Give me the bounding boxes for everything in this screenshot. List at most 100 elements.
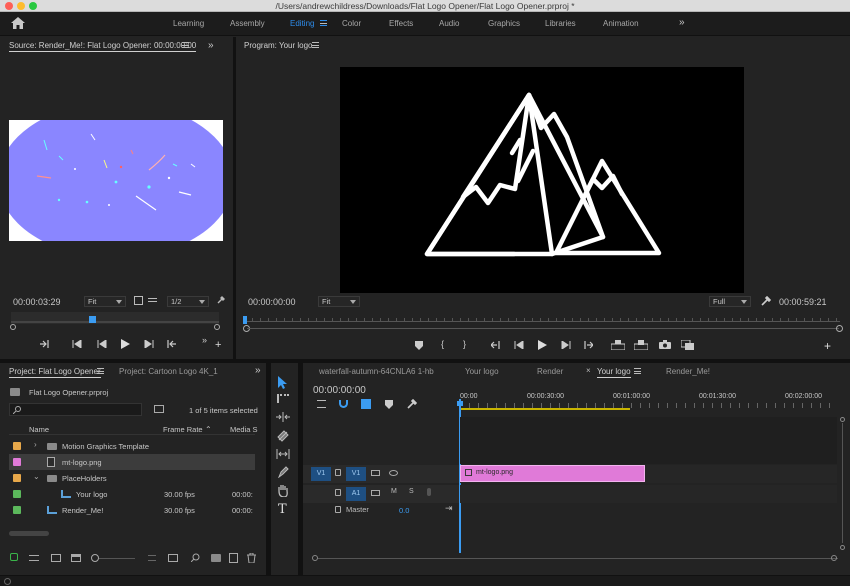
source-panel-menu-icon[interactable] <box>182 42 189 48</box>
a1-target-track[interactable]: A1 <box>346 487 366 501</box>
program-add-button-icon[interactable]: + <box>824 339 831 353</box>
project-scrollbar[interactable] <box>9 531 255 537</box>
track-select-tool-icon[interactable] <box>277 394 289 403</box>
project-row[interactable]: ⌄ PlaceHolders <box>9 470 255 486</box>
workspace-tab-effects[interactable]: Effects <box>389 19 413 28</box>
label-color-swatch[interactable] <box>13 490 21 498</box>
project-scroll-thumb[interactable] <box>9 531 49 536</box>
workspace-tab-graphics[interactable]: Graphics <box>488 19 520 28</box>
new-search-bin-icon[interactable] <box>154 405 164 413</box>
zoom-slider-handle-icon[interactable] <box>91 554 99 562</box>
timeline-settings-wrench-icon[interactable] <box>407 399 417 409</box>
vscroll-handle-top[interactable] <box>840 417 845 422</box>
slip-tool-icon[interactable] <box>276 449 290 459</box>
step-forward-icon[interactable] <box>143 339 155 349</box>
project-tab-flat-logo-opener[interactable]: Project: Flat Logo Opener <box>9 367 101 378</box>
ripple-edit-tool-icon[interactable] <box>276 412 290 422</box>
column-frame-rate-header[interactable]: Frame Rate <box>163 425 203 434</box>
timeline-marker-icon[interactable] <box>385 400 393 409</box>
program-playhead[interactable] <box>243 316 247 324</box>
insert-sequence-icon[interactable] <box>317 400 326 408</box>
workspace-tab-libraries[interactable]: Libraries <box>545 19 576 28</box>
sort-ascending-icon[interactable]: ⌃ <box>205 425 212 434</box>
program-play-icon[interactable] <box>536 339 548 351</box>
program-go-to-out-icon[interactable] <box>582 340 594 350</box>
mark-out-bracket-icon[interactable]: } <box>463 339 466 349</box>
status-indicator-icon[interactable] <box>4 578 11 585</box>
label-color-swatch[interactable] <box>13 442 21 450</box>
hscroll-track[interactable] <box>318 558 838 559</box>
v1-source-patch[interactable]: V1 <box>311 467 331 481</box>
project-search-input[interactable] <box>9 403 142 416</box>
project-overflow-icon[interactable]: » <box>255 365 261 376</box>
workspace-tab-editing[interactable]: Editing <box>290 19 314 28</box>
v1-eye-icon[interactable] <box>389 470 398 476</box>
a1-sync-lock-icon[interactable] <box>371 490 380 496</box>
add-marker-icon[interactable] <box>414 340 424 350</box>
source-wrench-icon[interactable] <box>217 296 225 304</box>
program-step-forward-icon[interactable] <box>560 340 572 350</box>
workspace-tab-assembly[interactable]: Assembly <box>230 19 265 28</box>
linked-selection-icon[interactable] <box>361 399 371 409</box>
a1-lock-icon[interactable] <box>335 489 341 496</box>
a1-track-lane[interactable] <box>460 485 837 503</box>
freeform-view-icon[interactable] <box>71 554 81 562</box>
mark-in-bracket-icon[interactable]: { <box>441 339 444 349</box>
program-step-back-icon[interactable] <box>513 340 525 350</box>
sequence-tab-waterfall[interactable]: waterfall-autumn-64CNLA6 1-hb <box>319 367 434 376</box>
program-timecode[interactable]: 00:00:00:00 <box>248 297 296 307</box>
a1-mute-button[interactable]: M <box>391 488 397 495</box>
source-transport-overflow-icon[interactable]: » <box>202 335 207 345</box>
work-area-bar[interactable] <box>460 408 630 410</box>
pen-tool-icon[interactable] <box>278 466 289 478</box>
list-view-icon[interactable] <box>29 555 39 561</box>
v1-target-track[interactable]: V1 <box>346 467 366 481</box>
project-panel-menu-icon[interactable] <box>97 368 104 374</box>
timeline-timecode[interactable]: 00:00:00:00 <box>313 385 366 396</box>
project-row[interactable]: Render_Me! 30.00 fps 00:00: <box>9 502 255 518</box>
a1-voiceover-mic-icon[interactable] <box>427 488 431 496</box>
program-fit-dropdown[interactable]: Fit <box>318 296 360 307</box>
column-name-header[interactable]: Name <box>29 425 49 434</box>
more-workspaces-icon[interactable]: » <box>679 17 685 28</box>
hand-tool-icon[interactable] <box>277 484 289 497</box>
selection-tool-icon[interactable] <box>278 376 288 389</box>
source-zoom-bar[interactable] <box>11 321 219 323</box>
go-to-in-icon[interactable] <box>71 339 83 349</box>
timeline-panel-menu-icon[interactable] <box>634 368 641 374</box>
new-item-icon[interactable] <box>229 553 238 563</box>
icon-view-icon[interactable] <box>51 554 61 562</box>
lift-icon[interactable] <box>611 339 625 350</box>
razor-tool-icon[interactable] <box>277 430 289 442</box>
type-tool-icon[interactable]: T <box>278 502 287 517</box>
expand-chevron-icon[interactable]: › <box>34 440 37 449</box>
source-timecode[interactable]: 00:00:03:29 <box>13 297 61 307</box>
sort-icons-icon[interactable] <box>148 555 156 561</box>
go-to-out-icon[interactable] <box>165 339 177 349</box>
sequence-tab-your-logo-active[interactable]: Your logo <box>597 367 631 378</box>
project-row[interactable]: › Motion Graphics Template <box>9 438 255 454</box>
workspace-tab-audio[interactable]: Audio <box>439 19 459 28</box>
source-zoom-handle-right[interactable] <box>214 324 220 330</box>
program-monitor-tab[interactable]: Program: Your logo <box>244 41 313 50</box>
project-tab-cartoon-logo[interactable]: Project: Cartoon Logo 4K_1 <box>119 367 218 376</box>
find-icon[interactable] <box>191 553 200 562</box>
collapse-chevron-icon[interactable]: ⌄ <box>33 472 40 481</box>
comparison-view-icon[interactable] <box>680 339 694 350</box>
automate-to-sequence-icon[interactable] <box>168 554 178 562</box>
timeline-playhead-handle[interactable] <box>457 401 463 406</box>
project-row[interactable]: Your logo 30.00 fps 00:00: <box>9 486 255 502</box>
workspace-tab-color[interactable]: Color <box>342 19 361 28</box>
source-overflow-icon[interactable]: » <box>208 40 214 51</box>
workspace-tab-learning[interactable]: Learning <box>173 19 204 28</box>
program-panel-menu-icon[interactable] <box>312 42 319 48</box>
lock-icon[interactable] <box>10 553 18 561</box>
project-row-selected[interactable]: mt-logo.png <box>9 454 255 470</box>
safe-margins-icon[interactable] <box>148 298 157 302</box>
master-volume-value[interactable]: 0.0 <box>399 506 409 515</box>
step-back-icon[interactable] <box>96 339 108 349</box>
master-lock-icon[interactable] <box>335 506 341 513</box>
extract-icon[interactable] <box>634 339 648 350</box>
workspace-menu-icon[interactable] <box>320 20 327 26</box>
source-playhead[interactable] <box>89 316 96 323</box>
